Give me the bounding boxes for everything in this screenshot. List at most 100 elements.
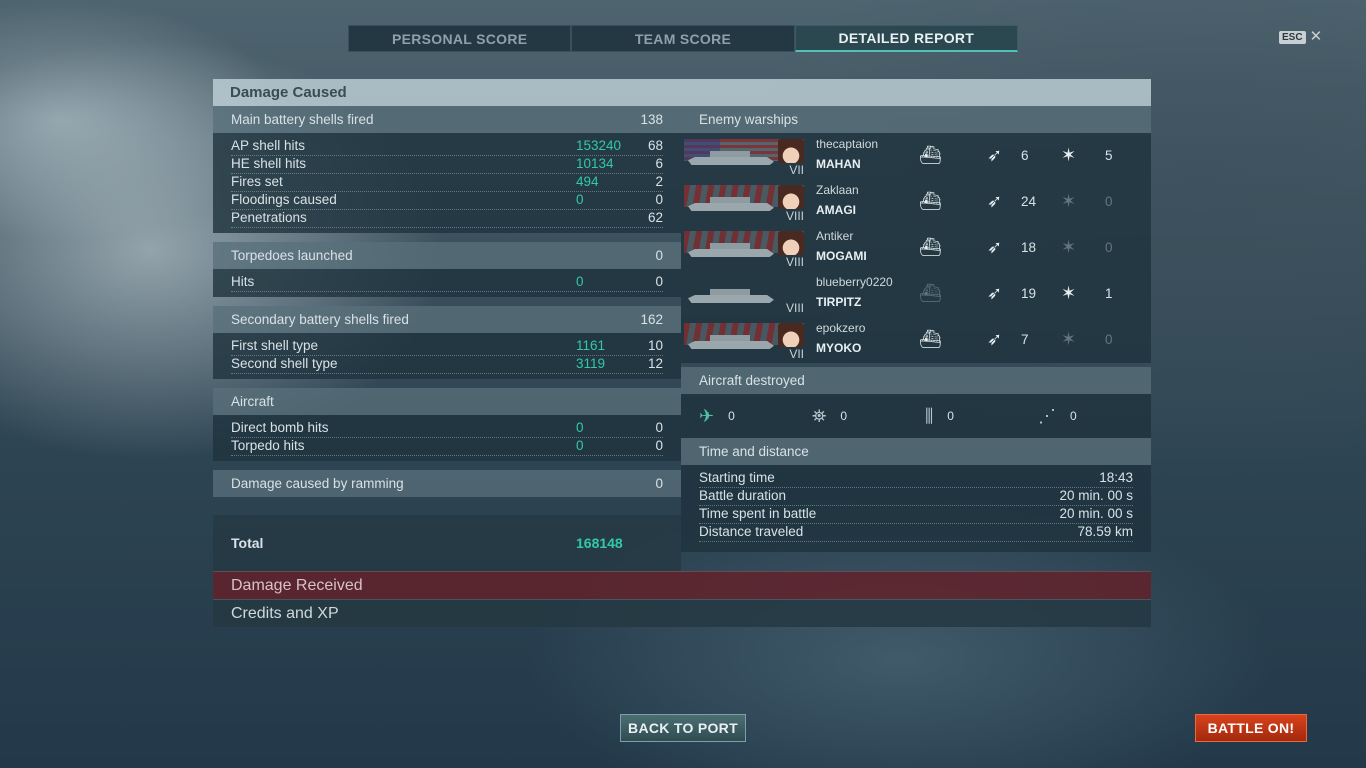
report-tabs: PERSONAL SCORE TEAM SCORE DETAILED REPOR…	[348, 25, 1018, 52]
ship-silhouette: VII	[684, 323, 804, 361]
aircraft-destroyed-list: ✈ 0 ⛯ 0 ⫼ 0 ⋰ 0	[681, 394, 1151, 438]
critical-hit-icon: ✶	[1061, 145, 1077, 165]
time-label: Distance traveled	[699, 524, 804, 539]
tab-team-score[interactable]: TEAM SCORE	[571, 25, 795, 52]
aircraft-destroyed-title: Aircraft destroyed	[699, 373, 805, 388]
ship-name: AMAGI	[816, 203, 856, 217]
time-row: Distance traveled 78.59 km	[699, 524, 1133, 542]
critical-hit-icon: ✶	[1061, 283, 1077, 303]
ship-superstructure	[710, 197, 750, 204]
enemy-ship-row: VIII Zaklaan AMAGI ⛴ ➶ 24 ✶ 0	[681, 179, 1151, 225]
stat-count: 10	[647, 338, 663, 353]
stat-count: 0	[655, 274, 663, 289]
hit-icon: ➶	[987, 237, 1003, 257]
ship-superstructure	[710, 289, 750, 296]
damage-caused-header[interactable]: Damage Caused	[213, 79, 1151, 106]
scout-icon: ⋰	[1038, 405, 1056, 426]
enemy-ship-list: VII thecaptaion MAHAN ⛴ ➶ 6 ✶ 5 VIII Zaklaan AMAGI…	[681, 133, 1151, 363]
esc-key-badge: ESC	[1279, 30, 1306, 44]
commander-portrait	[778, 185, 804, 209]
critical-hits-count: 0	[1105, 332, 1113, 347]
ramming-header: Damage caused by ramming 0	[213, 470, 681, 497]
stat-count: 12	[647, 356, 663, 371]
sunk-icon: ⛴	[919, 237, 942, 257]
battle-on-button[interactable]: BATTLE ON!	[1195, 714, 1307, 742]
stat-row: Direct bomb hits 0 0	[231, 420, 663, 438]
stat-damage: 0	[576, 420, 584, 435]
aircraft-destroyed-header: Aircraft destroyed	[681, 367, 1151, 394]
main-battery-rows: AP shell hits 153240 68 HE shell hits 10134…	[213, 133, 681, 233]
stat-row: AP shell hits 153240 68	[231, 138, 663, 156]
close-icon[interactable]: ✕	[1310, 29, 1323, 44]
commander-portrait	[778, 139, 804, 163]
ship-names: Zaklaan AMAGI	[816, 183, 859, 217]
stat-count: 0	[655, 438, 663, 453]
secondary-header: Secondary battery shells fired 162	[213, 306, 681, 333]
time-row: Starting time 18:43	[699, 470, 1133, 488]
damage-received-section[interactable]: Damage Received	[213, 571, 1151, 599]
ship-silhouette: VIII	[684, 277, 804, 315]
ship-tier: VII	[789, 347, 804, 361]
critical-hit-icon: ✶	[1061, 191, 1077, 211]
enemy-ship-row: VII epokzero MYOKO ⛴ ➶ 7 ✶ 0	[681, 317, 1151, 363]
stat-label: Torpedo hits	[231, 438, 305, 453]
enemy-ship-row: VIII Antiker MOGAMI ⛴ ➶ 18 ✶ 0	[681, 225, 1151, 271]
back-to-port-button[interactable]: BACK TO PORT	[620, 714, 746, 742]
critical-hit-icon: ✶	[1061, 237, 1077, 257]
tab-detailed-report[interactable]: DETAILED REPORT	[794, 25, 1018, 52]
torpedoes-value: 0	[655, 248, 663, 263]
stat-count: 0	[655, 192, 663, 207]
hits-count: 18	[1021, 240, 1037, 255]
main-battery-label: Main battery shells fired	[231, 112, 374, 127]
secondary-value: 162	[640, 312, 663, 327]
stat-row: Penetrations 62	[231, 210, 663, 228]
sunk-icon: ⛴	[919, 283, 942, 303]
damage-caused-left-column: Main battery shells fired 138 AP shell h…	[213, 106, 681, 571]
ship-superstructure	[710, 335, 750, 342]
time-value: 20 min. 00 s	[1059, 488, 1133, 503]
aircraft-destroyed-value: 0	[840, 409, 848, 423]
ship-hull	[688, 203, 774, 211]
time-distance-title: Time and distance	[699, 444, 809, 459]
main-battery-header: Main battery shells fired 138	[213, 106, 681, 133]
enemy-warships-header: Enemy warships	[681, 106, 1151, 133]
critical-hits-count: 0	[1105, 240, 1113, 255]
torpedoes-header: Torpedoes launched 0	[213, 242, 681, 269]
aircraft-destroyed-value: 0	[1070, 409, 1077, 423]
stat-row: First shell type 1161 10	[231, 338, 663, 356]
stat-damage: 10134	[576, 156, 614, 171]
ship-names: thecaptaion MAHAN	[816, 137, 878, 171]
time-label: Starting time	[699, 470, 775, 485]
stat-label: Floodings caused	[231, 192, 337, 207]
stat-row: Second shell type 3119 12	[231, 356, 663, 374]
sunk-icon: ⛴	[919, 191, 942, 211]
ship-name: TIRPITZ	[816, 295, 862, 309]
critical-hits-count: 0	[1105, 194, 1113, 209]
tab-personal-score[interactable]: PERSONAL SCORE	[348, 25, 572, 52]
torpedoes-rows: Hits 0 0	[213, 269, 681, 297]
critical-hits-count: 5	[1105, 148, 1113, 163]
credits-xp-section[interactable]: Credits and XP	[213, 599, 1151, 627]
aircraft-destroyed-item: ⋰ 0	[1038, 406, 1151, 427]
ship-name: MAHAN	[816, 157, 861, 171]
stat-row: Torpedo hits 0 0	[231, 438, 663, 456]
ship-silhouette: VII	[684, 139, 804, 177]
player-name: thecaptaion	[816, 137, 879, 151]
aircraft-destroyed-value: 0	[947, 409, 954, 423]
ship-silhouette: VIII	[684, 231, 804, 269]
time-row: Time spent in battle 20 min. 00 s	[699, 506, 1133, 524]
stat-count: 0	[655, 420, 663, 435]
aircraft-destroyed-item: ⛯ 0	[812, 406, 925, 427]
ship-hull	[688, 157, 774, 165]
critical-hits-count: 1	[1105, 286, 1113, 301]
report-panel: Damage Caused Main battery shells fired …	[213, 79, 1151, 627]
ship-tier: VIII	[785, 255, 804, 269]
stat-damage: 0	[576, 274, 584, 289]
aircraft-label: Aircraft	[231, 394, 274, 409]
ship-hull	[688, 295, 774, 303]
ramming-value: 0	[655, 476, 663, 491]
hits-count: 7	[1021, 332, 1029, 347]
close-button[interactable]: ESC ✕	[1279, 29, 1323, 44]
stat-count: 6	[655, 156, 663, 171]
hit-icon: ➶	[987, 145, 1003, 165]
